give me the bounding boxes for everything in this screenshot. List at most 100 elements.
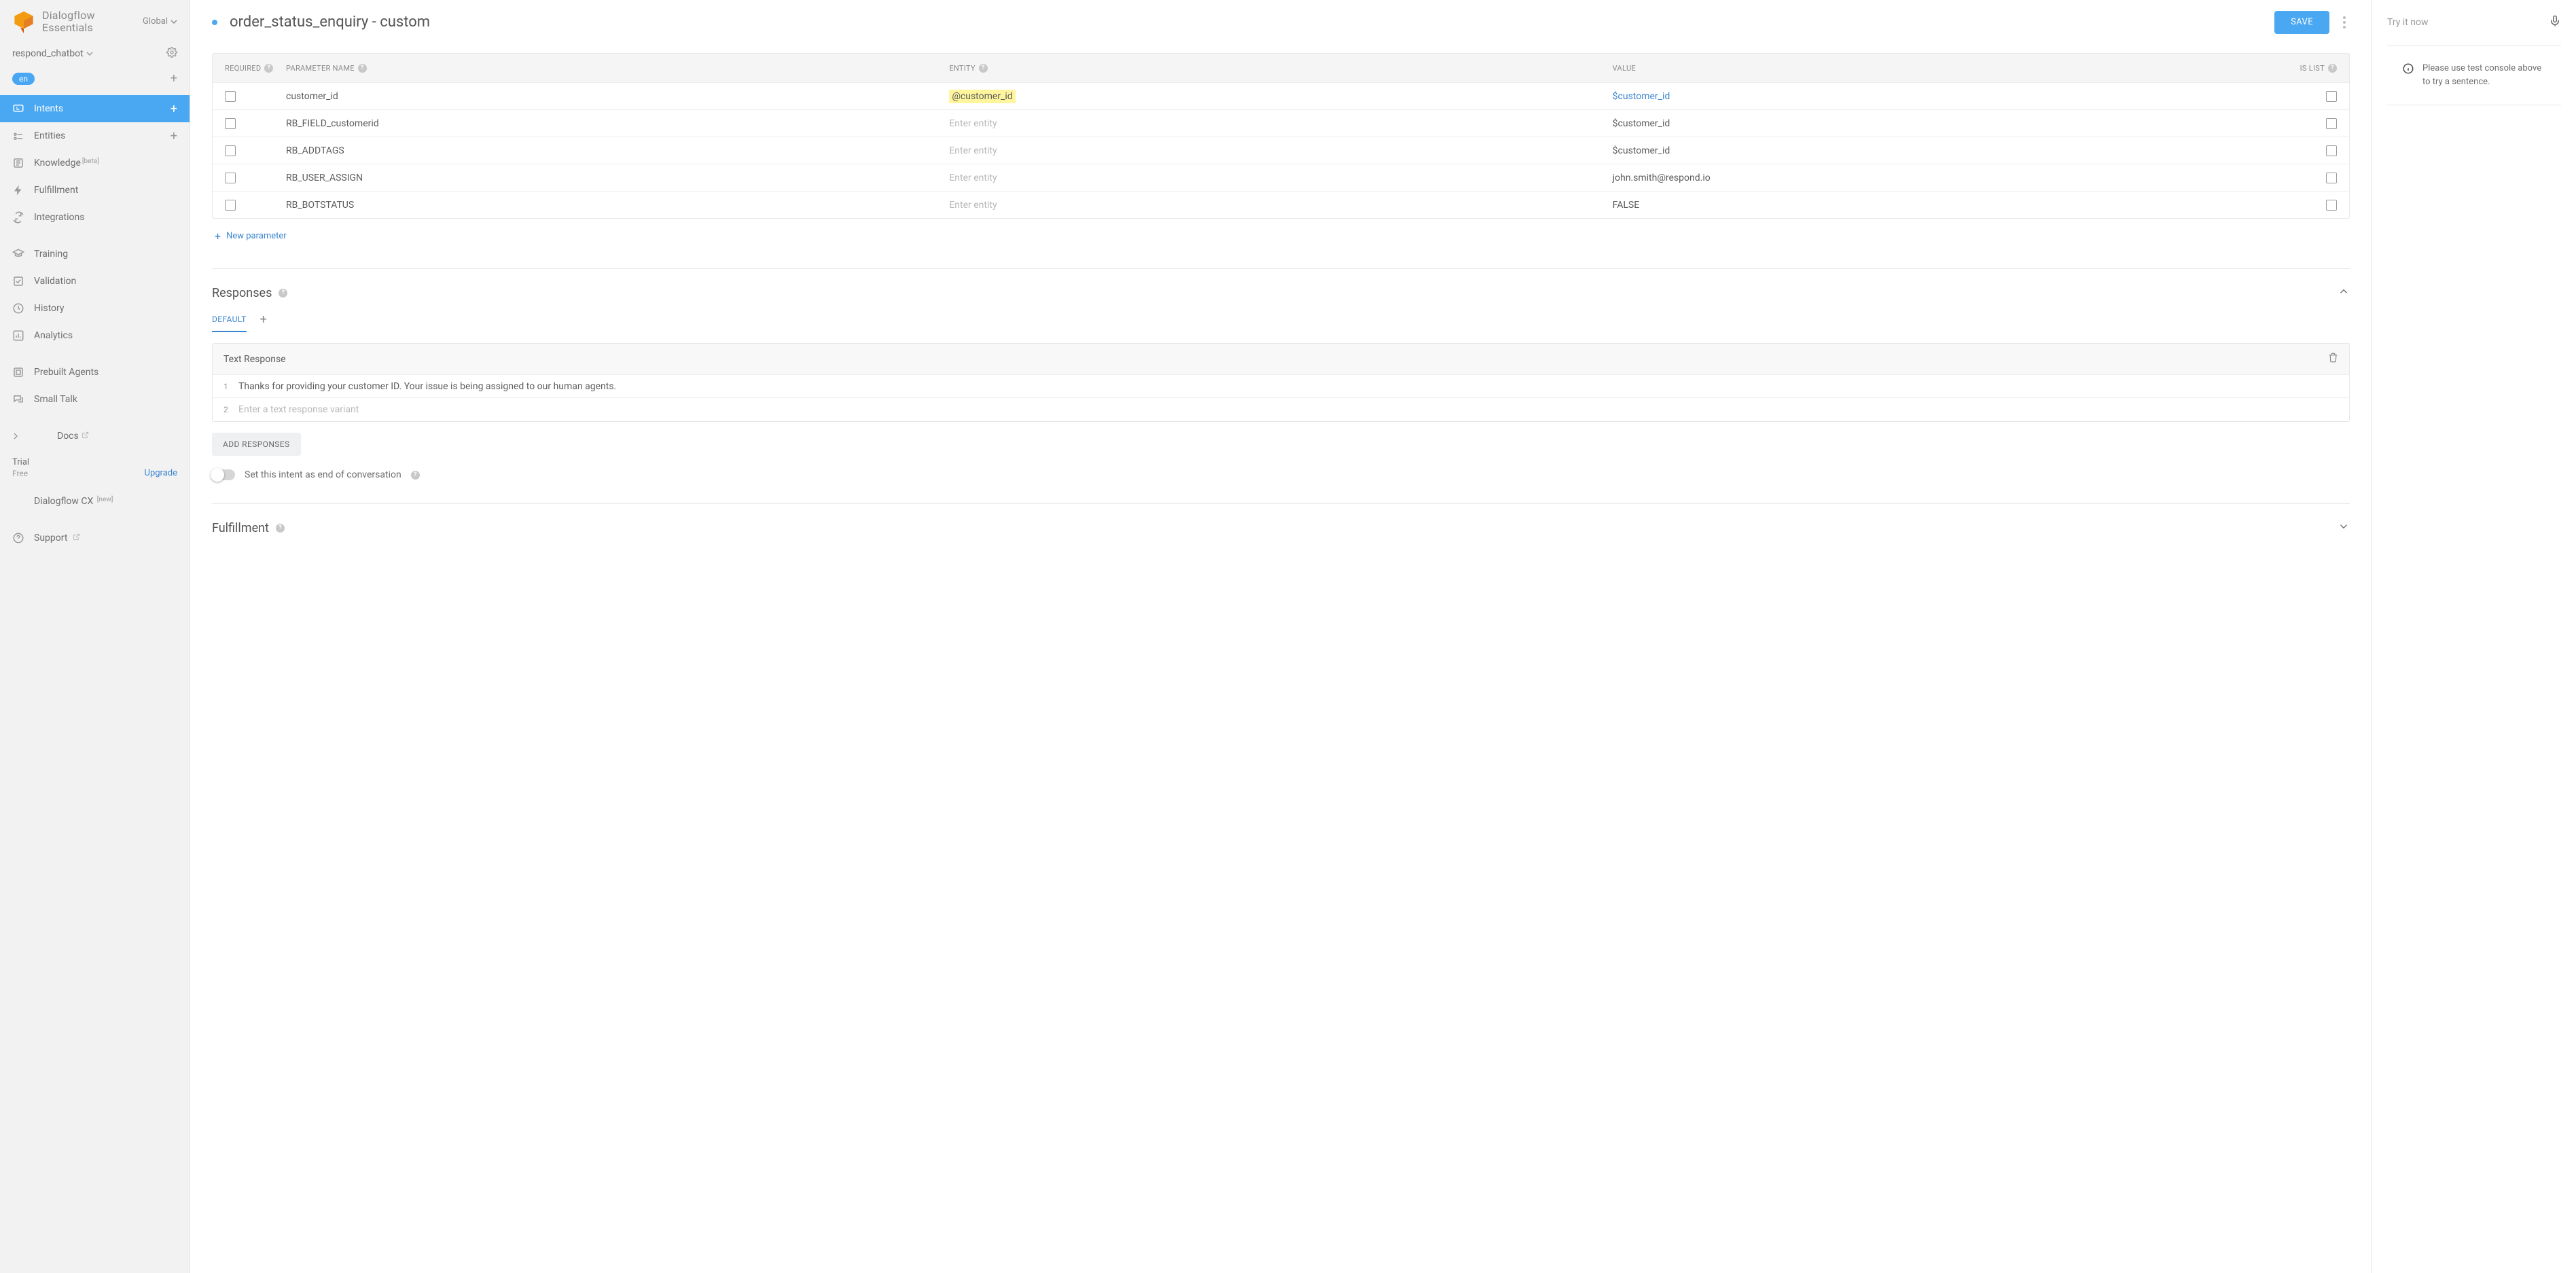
plan-label: Trial bbox=[12, 457, 29, 467]
integrations-icon bbox=[12, 211, 24, 223]
sidebar-item-prebuilt[interactable]: Prebuilt Agents bbox=[0, 359, 190, 386]
knowledge-icon bbox=[12, 157, 24, 169]
entities-icon bbox=[12, 130, 24, 142]
islist-checkbox[interactable] bbox=[2326, 200, 2337, 211]
add-intents-button[interactable]: + bbox=[171, 102, 177, 116]
parameter-row[interactable]: RB_ADDTAGSEnter entity$customer_id bbox=[213, 137, 2349, 164]
upgrade-link[interactable]: Upgrade bbox=[145, 468, 177, 478]
nav-label: Knowledge bbox=[34, 158, 81, 168]
docs-icon bbox=[35, 430, 48, 442]
required-checkbox[interactable] bbox=[225, 118, 236, 129]
responses-title: Responses bbox=[212, 286, 272, 300]
parameter-entity[interactable]: Enter entity bbox=[949, 145, 1612, 156]
new-parameter-link[interactable]: +New parameter bbox=[212, 219, 2350, 253]
required-checkbox[interactable] bbox=[225, 91, 236, 102]
sidebar-item-validation[interactable]: Validation bbox=[0, 268, 190, 295]
intent-title[interactable]: order_status_enquiry - custom bbox=[230, 14, 430, 31]
help-icon[interactable]: ? bbox=[358, 64, 367, 73]
training-icon bbox=[12, 248, 24, 260]
delete-response-button[interactable] bbox=[2328, 353, 2338, 365]
help-icon[interactable]: ? bbox=[279, 289, 287, 298]
parameter-name[interactable]: RB_FIELD_customerid bbox=[286, 118, 949, 129]
parameter-name[interactable]: RB_ADDTAGS bbox=[286, 145, 949, 156]
parameter-value[interactable]: john.smith@respond.io bbox=[1613, 173, 2276, 183]
parameter-name[interactable]: customer_id bbox=[286, 91, 949, 102]
more-menu-button[interactable] bbox=[2339, 12, 2350, 33]
history-icon bbox=[12, 302, 24, 315]
help-icon[interactable]: ? bbox=[2328, 64, 2337, 73]
add-language-button[interactable]: + bbox=[171, 71, 177, 86]
entity-chip[interactable]: @customer_id bbox=[949, 90, 1015, 103]
help-icon[interactable]: ? bbox=[264, 64, 273, 73]
add-response-tab-button[interactable]: + bbox=[260, 312, 267, 334]
sidebar-item-integrations[interactable]: Integrations bbox=[0, 204, 190, 231]
parameter-row[interactable]: customer_id@customer_id $customer_id bbox=[213, 82, 2349, 109]
parameter-value[interactable]: FALSE bbox=[1613, 200, 2276, 211]
parameter-value[interactable]: $customer_id bbox=[1613, 118, 2276, 129]
nav-label: History bbox=[34, 303, 65, 314]
help-icon[interactable]: ? bbox=[979, 64, 988, 73]
language-row: en + bbox=[0, 67, 190, 95]
main-content: order_status_enquiry - custom SAVE REQUI… bbox=[190, 0, 2372, 1273]
parameter-row[interactable]: RB_FIELD_customeridEnter entity$customer… bbox=[213, 109, 2349, 137]
sidebar-item-fulfillment[interactable]: Fulfillment bbox=[0, 177, 190, 204]
save-button[interactable]: SAVE bbox=[2274, 11, 2329, 34]
agent-row[interactable]: respond_chatbot bbox=[0, 40, 190, 67]
parameters-header: REQUIRED? PARAMETER NAME? ENTITY? VALUE … bbox=[213, 54, 2349, 82]
required-checkbox[interactable] bbox=[225, 200, 236, 211]
response-variant-input[interactable]: 2Enter a text response variant bbox=[213, 398, 2349, 421]
add-responses-button[interactable]: ADD RESPONSES bbox=[212, 433, 301, 456]
sidebar-item-intents[interactable]: Intents+ bbox=[0, 95, 190, 122]
parameter-value[interactable]: $customer_id bbox=[1613, 91, 2276, 102]
sidebar-item-dialogflow-cx[interactable]: Dialogflow CX [new] bbox=[0, 488, 190, 515]
nav-label: Training bbox=[34, 249, 68, 259]
parameter-entity[interactable]: Enter entity bbox=[949, 200, 1612, 211]
sidebar-item-smalltalk[interactable]: Small Talk bbox=[0, 386, 190, 413]
nav-label: Analytics bbox=[34, 330, 73, 341]
parameter-entity[interactable]: Enter entity bbox=[949, 118, 1612, 129]
parameter-entity[interactable]: @customer_id bbox=[949, 91, 1612, 102]
sidebar-item-entities[interactable]: Entities+ bbox=[0, 122, 190, 149]
help-icon[interactable]: ? bbox=[411, 471, 420, 480]
fulfillment-icon bbox=[12, 184, 24, 196]
sidebar-item-training[interactable]: Training bbox=[0, 240, 190, 268]
smalltalk-icon bbox=[12, 393, 24, 406]
settings-gear-icon[interactable] bbox=[166, 47, 177, 60]
parameter-value[interactable]: $customer_id bbox=[1613, 145, 2276, 156]
parameters-table: REQUIRED? PARAMETER NAME? ENTITY? VALUE … bbox=[212, 53, 2350, 219]
parameter-row[interactable]: RB_BOTSTATUSEnter entityFALSE bbox=[213, 191, 2349, 218]
parameter-row[interactable]: RB_USER_ASSIGNEnter entityjohn.smith@res… bbox=[213, 164, 2349, 191]
agent-name: respond_chatbot bbox=[12, 48, 84, 59]
info-icon bbox=[2402, 62, 2414, 75]
add-entities-button[interactable]: + bbox=[171, 129, 177, 143]
expand-fulfillment-button[interactable] bbox=[2338, 520, 2350, 535]
microphone-button[interactable] bbox=[2549, 15, 2561, 30]
help-icon[interactable]: ? bbox=[276, 524, 285, 533]
sidebar-item-analytics[interactable]: Analytics bbox=[0, 322, 190, 349]
islist-checkbox[interactable] bbox=[2326, 145, 2337, 156]
required-checkbox[interactable] bbox=[225, 145, 236, 156]
analytics-icon bbox=[12, 329, 24, 342]
text-response-box: Text Response 1Thanks for providing your… bbox=[212, 343, 2350, 422]
parameter-name[interactable]: RB_USER_ASSIGN bbox=[286, 173, 949, 183]
sidebar-item-knowledge[interactable]: Knowledge[beta] bbox=[0, 149, 190, 177]
islist-checkbox[interactable] bbox=[2326, 91, 2337, 102]
islist-checkbox[interactable] bbox=[2326, 173, 2337, 183]
language-pill[interactable]: en bbox=[12, 73, 35, 85]
response-tab-default[interactable]: DEFAULT bbox=[212, 315, 247, 332]
parameter-name[interactable]: RB_BOTSTATUS bbox=[286, 200, 949, 211]
text-response-box-header: Text Response bbox=[213, 344, 2349, 375]
nav-label: Fulfillment bbox=[34, 185, 78, 196]
sidebar-item-support[interactable]: Support bbox=[0, 524, 190, 552]
islist-checkbox[interactable] bbox=[2326, 118, 2337, 129]
sidebar-item-history[interactable]: History bbox=[0, 295, 190, 322]
sidebar-item-docs[interactable]: Docs bbox=[0, 423, 190, 450]
region-select[interactable]: Global bbox=[143, 16, 177, 26]
parameter-entity[interactable]: Enter entity bbox=[949, 173, 1612, 183]
chevron-right-icon bbox=[12, 433, 19, 440]
test-input[interactable]: Try it now bbox=[2387, 17, 2429, 28]
response-line[interactable]: 1Thanks for providing your customer ID. … bbox=[213, 375, 2349, 398]
required-checkbox[interactable] bbox=[225, 173, 236, 183]
end-of-conversation-toggle[interactable] bbox=[212, 469, 235, 480]
collapse-responses-button[interactable] bbox=[2338, 285, 2350, 300]
